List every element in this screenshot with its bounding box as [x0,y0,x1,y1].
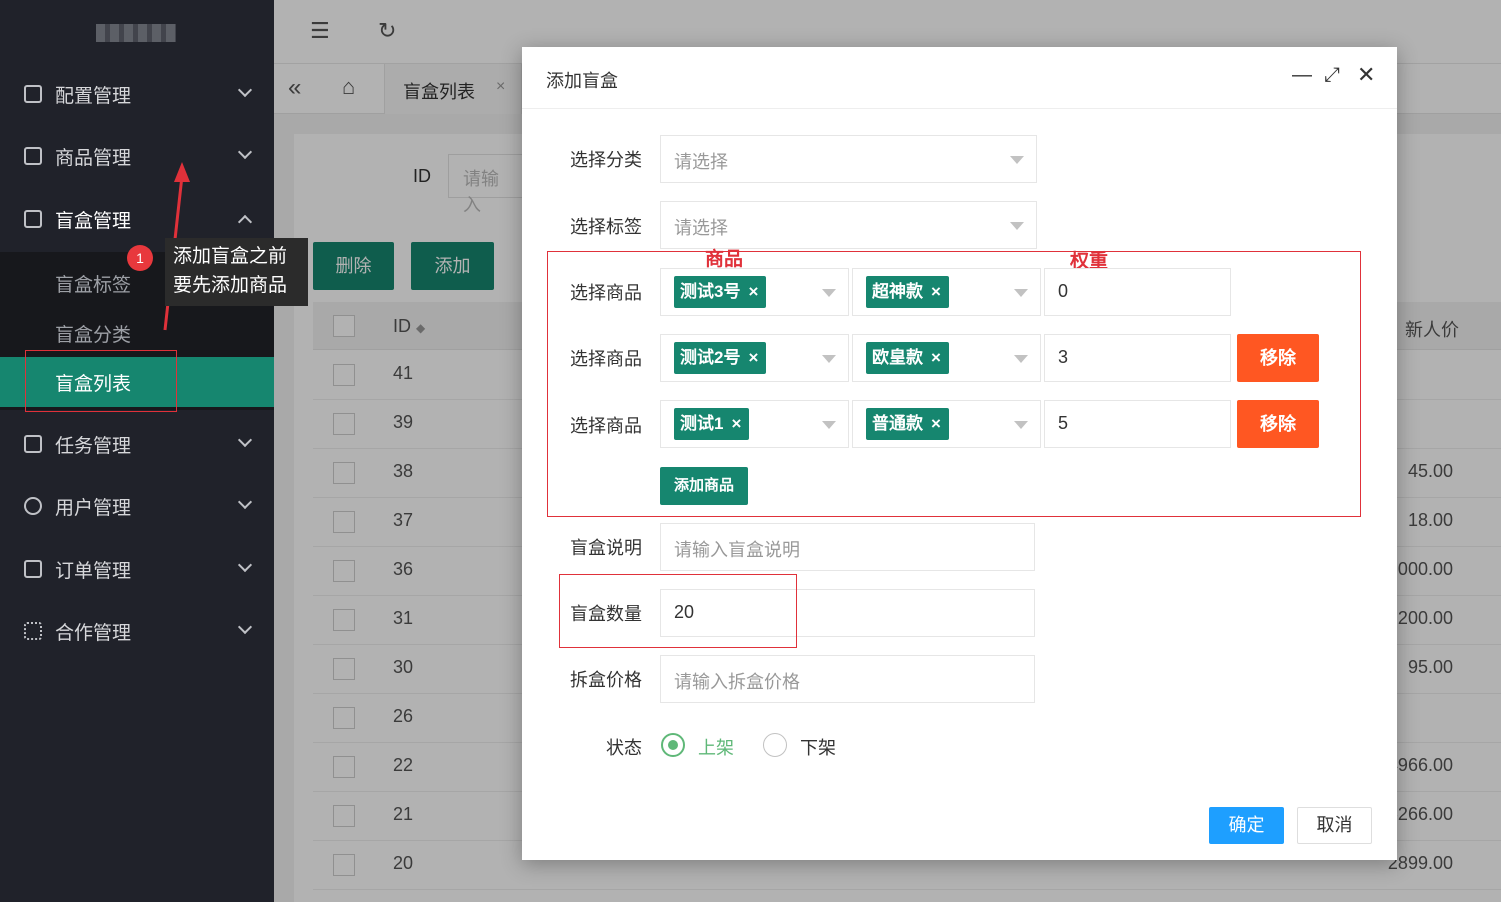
chevron-up-icon [237,214,253,230]
submenu-item-tags[interactable]: 盲盒标签 [55,270,131,297]
tag-select[interactable]: 请选择 [660,201,1037,249]
menu-label: 商品管理 [55,147,132,169]
minimize-icon[interactable]: — [1292,64,1312,87]
logo [96,24,176,42]
annotation-highlight-goods [547,251,1361,517]
modal-title: 添加盲盒 [546,71,618,91]
tag-placeholder: 请选择 [674,218,728,238]
status-label: 状态 [606,738,642,758]
chevron-down-icon [237,557,253,573]
category-label: 选择分类 [570,150,642,170]
menu-blindbox[interactable]: 盲盒管理 [0,195,274,243]
chevron-down-icon [237,619,253,635]
settings-icon [24,85,42,103]
partner-icon [24,622,42,640]
status-on-radio[interactable] [661,733,685,757]
menu-label: 用户管理 [55,497,132,519]
tooltip-line: 要先添加商品 [173,275,288,296]
chevron-down-icon [237,432,253,448]
annotation-tooltip: 添加盲盒之前 要先添加商品 [165,238,308,306]
category-select[interactable]: 请选择 [660,135,1037,183]
menu-label: 合作管理 [55,622,132,644]
status-on-label[interactable]: 上架 [698,734,734,760]
desc-label: 盲盒说明 [570,538,642,558]
goods-icon [24,147,42,165]
menu-order[interactable]: 订单管理 [0,545,274,593]
tooltip-line: 添加盲盒之前 [173,246,288,267]
price-input[interactable]: 请输入拆盒价格 [660,655,1035,703]
tag-label: 选择标签 [570,217,642,237]
confirm-button[interactable]: 确定 [1209,807,1284,844]
submenu-item-categories[interactable]: 盲盒分类 [55,320,131,347]
menu-partner[interactable]: 合作管理 [0,607,274,655]
chevron-down-icon [237,494,253,510]
chevron-down-icon [237,144,253,160]
close-icon[interactable]: ✕ [1357,62,1375,88]
add-blindbox-modal: 添加盲盒 — ⤢ ✕ 选择分类 请选择 选择标签 请选择 商品 权重 选择商品 … [522,47,1397,860]
order-icon [24,560,42,578]
annotation-badge: 1 [127,245,153,271]
gift-icon [24,210,42,228]
price-label: 拆盒价格 [570,670,642,690]
menu-label: 订单管理 [55,560,132,582]
status-off-label[interactable]: 下架 [800,734,836,760]
sidebar: 配置管理 商品管理 盲盒管理 盲盒标签 盲盒分类 盲盒列表 任务管理 用户管理 … [0,0,274,902]
menu-goods[interactable]: 商品管理 [0,132,274,180]
category-placeholder: 请选择 [674,152,728,172]
task-icon [24,435,42,453]
menu-task[interactable]: 任务管理 [0,420,274,468]
cancel-button[interactable]: 取消 [1297,807,1372,844]
status-off-radio[interactable] [763,733,787,757]
menu-config[interactable]: 配置管理 [0,70,274,118]
desc-input[interactable]: 请输入盲盒说明 [660,523,1035,571]
menu-label: 盲盒管理 [55,210,132,232]
user-icon [24,497,42,515]
annotation-highlight-list [25,350,177,412]
caret-down-icon [1010,222,1024,230]
annotation-highlight-count [559,574,797,648]
caret-down-icon [1010,156,1024,164]
chevron-down-icon [237,82,253,98]
menu-label: 配置管理 [55,85,132,107]
menu-user[interactable]: 用户管理 [0,482,274,530]
maximize-icon[interactable]: ⤢ [1324,64,1340,87]
modal-header: 添加盲盒 — ⤢ ✕ [522,47,1397,109]
menu-label: 任务管理 [55,435,132,457]
